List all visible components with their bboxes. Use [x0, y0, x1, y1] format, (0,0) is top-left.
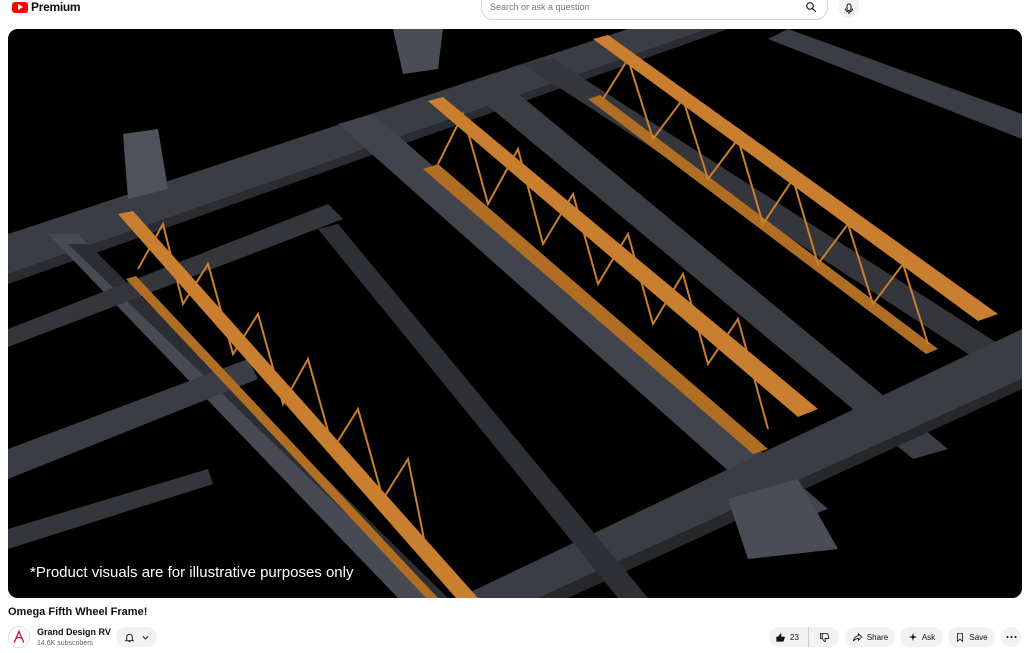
share-button[interactable]: Share [845, 627, 895, 647]
save-label: Save [969, 632, 988, 642]
thumbs-down-icon [819, 632, 829, 642]
search-input[interactable] [490, 0, 790, 14]
like-button[interactable]: 23 [769, 627, 809, 647]
share-icon [852, 632, 863, 641]
sparkle-icon [908, 632, 917, 642]
share-label: Share [866, 632, 889, 642]
like-dislike-group: 23 [769, 627, 839, 647]
top-bar: Premium [0, 0, 1024, 20]
grand-design-logo-icon [13, 629, 25, 643]
chevron-down-icon [142, 635, 148, 640]
video-player[interactable]: *Product visuals are for illustrative pu… [8, 29, 1022, 598]
youtube-logo-icon [12, 1, 28, 13]
youtube-premium-logo[interactable]: Premium [12, 0, 81, 14]
notifications-button[interactable] [116, 627, 157, 647]
more-actions-button[interactable] [1001, 627, 1021, 647]
ask-label: Ask [921, 632, 936, 642]
microphone-icon [845, 3, 853, 14]
video-title: Omega Fifth Wheel Frame! [8, 606, 148, 618]
bell-icon [124, 633, 134, 642]
bookmark-icon [957, 632, 964, 642]
search-box [481, 0, 828, 20]
save-button[interactable]: Save [948, 627, 995, 647]
search-icon [806, 2, 817, 13]
video-caption-overlay: *Product visuals are for illustrative pu… [30, 564, 354, 581]
subscriber-count: 14.6K subscribers [37, 640, 94, 647]
like-count: 23 [790, 632, 799, 642]
ask-button[interactable]: Ask [900, 627, 943, 647]
video-frame-render [8, 29, 1022, 598]
voice-search-button[interactable] [839, 0, 859, 18]
search-button[interactable] [803, 0, 819, 14]
channel-name[interactable]: Grand Design RV [37, 627, 111, 637]
thumbs-up-icon [776, 632, 785, 642]
channel-avatar[interactable] [8, 626, 30, 648]
logo-text: Premium [31, 0, 81, 14]
dislike-button[interactable] [809, 627, 839, 647]
more-horizontal-icon [1006, 636, 1016, 638]
